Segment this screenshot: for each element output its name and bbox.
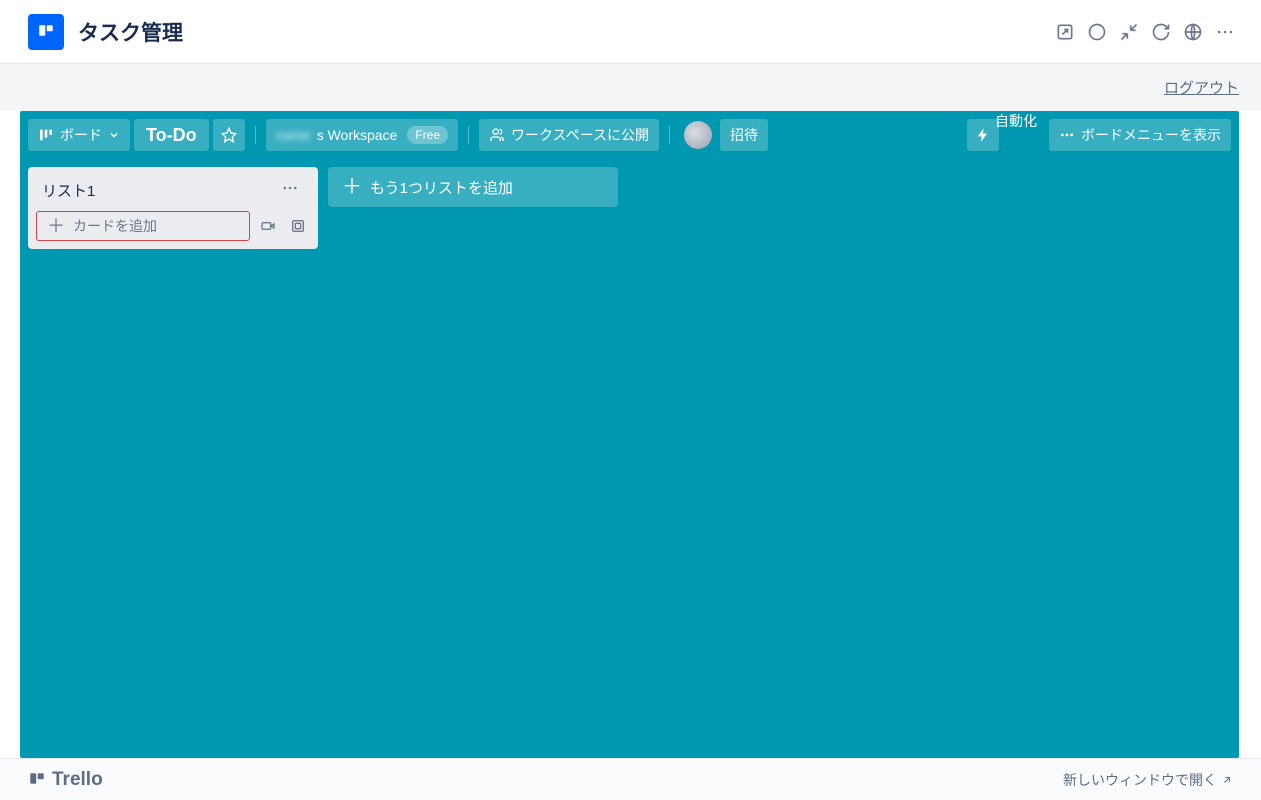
visibility-label: ワークスペースに公開 <box>511 125 649 145</box>
board-name[interactable]: To-Do <box>134 119 209 151</box>
add-list-button[interactable]: ＋ もう1つリストを追加 <box>328 167 618 207</box>
show-menu-label: ボードメニューを表示 <box>1081 125 1221 145</box>
divider <box>255 126 256 144</box>
star-button[interactable] <box>213 119 245 151</box>
app-top-bar: タスク管理 <box>0 0 1261 63</box>
brand: Trello <box>28 769 103 791</box>
template-icon[interactable] <box>286 214 310 238</box>
board: ボード To-Do name s Workspace Free ワークスペースに… <box>20 111 1239 758</box>
app-title: タスク管理 <box>78 17 183 47</box>
plus-icon: ＋ <box>342 177 362 197</box>
video-icon[interactable] <box>256 214 280 238</box>
add-card-label: カードを追加 <box>73 216 157 236</box>
refresh-icon[interactable] <box>1145 16 1177 48</box>
brand-label: Trello <box>52 769 103 791</box>
member-avatar[interactable] <box>684 121 712 149</box>
open-new-label: 新しいウィンドウで開く <box>1063 770 1217 790</box>
app-logo-icon <box>28 14 64 50</box>
workspace-button[interactable]: name s Workspace Free <box>266 119 458 151</box>
comment-icon[interactable] <box>1081 16 1113 48</box>
open-new-window-link[interactable]: 新しいウィンドウで開く <box>1063 770 1233 790</box>
globe-icon[interactable] <box>1177 16 1209 48</box>
list: リスト1 ＋ カードを追加 <box>28 167 318 249</box>
list-menu-icon[interactable] <box>276 179 304 202</box>
workspace-tier-badge: Free <box>407 126 448 144</box>
board-view-label: ボード <box>60 125 102 145</box>
sub-bar: ログアウト <box>0 63 1261 111</box>
list-title[interactable]: リスト1 <box>42 180 276 201</box>
invite-button[interactable]: 招待 <box>720 119 768 151</box>
add-card-button[interactable]: ＋ カードを追加 <box>36 211 250 241</box>
board-view-switcher[interactable]: ボード <box>28 119 130 151</box>
automation-label: 自動化 <box>995 111 1037 131</box>
workspace-name: s Workspace <box>317 127 398 143</box>
add-list-label: もう1つリストを追加 <box>370 177 513 198</box>
footer: Trello 新しいウィンドウで開く <box>0 758 1261 800</box>
external-link-icon[interactable] <box>1049 16 1081 48</box>
plus-icon: ＋ <box>47 217 65 235</box>
board-body: リスト1 ＋ カードを追加 ＋ もう1つリストを追加 <box>20 159 1239 257</box>
visibility-button[interactable]: ワークスペースに公開 <box>479 119 659 151</box>
divider <box>669 126 670 144</box>
more-icon[interactable] <box>1209 16 1241 48</box>
collapse-icon[interactable] <box>1113 16 1145 48</box>
list-header: リスト1 <box>36 175 310 205</box>
divider <box>468 126 469 144</box>
board-header: ボード To-Do name s Workspace Free ワークスペースに… <box>20 111 1239 159</box>
add-card-row: ＋ カードを追加 <box>36 211 310 241</box>
logout-link[interactable]: ログアウト <box>1164 77 1239 98</box>
show-menu-button[interactable]: ボードメニューを表示 <box>1049 119 1231 151</box>
